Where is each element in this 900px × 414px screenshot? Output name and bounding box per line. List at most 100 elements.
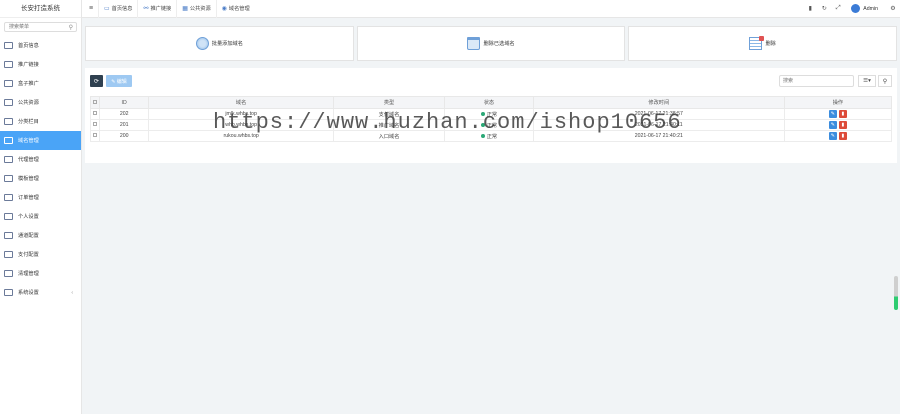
- row-edit-button[interactable]: ✎: [828, 132, 837, 140]
- fullscreen-icon[interactable]: ⤢: [831, 5, 845, 12]
- col-modified[interactable]: 修改时间: [532, 96, 785, 109]
- sidebar-item-payment[interactable]: 支付配置: [0, 245, 81, 264]
- scroll-indicator[interactable]: [894, 276, 898, 310]
- batch-add-domain-button[interactable]: 批量添加域名: [85, 26, 354, 61]
- row-edit-button[interactable]: ✎: [828, 121, 837, 129]
- chevron-left-icon: ‹: [71, 289, 73, 296]
- box-icon: [4, 80, 13, 87]
- card-label: 删除: [765, 41, 776, 47]
- cell-id: 201: [98, 119, 150, 131]
- sidebar-item-domains[interactable]: 域名管理: [0, 131, 81, 150]
- quick-actions: 批量添加域名 删除已选域名 删除: [85, 26, 898, 61]
- row-delete-button[interactable]: ▮: [838, 110, 847, 118]
- tab-promo-link[interactable]: ⚯ 推广链接: [137, 0, 176, 18]
- sidebar-item-agents[interactable]: 代理管理: [0, 150, 81, 169]
- tab-home[interactable]: ▭ 首页信息: [98, 0, 137, 18]
- trash-icon[interactable]: ▮: [803, 5, 817, 12]
- order-icon: [4, 194, 13, 201]
- sidebar-item-label: 系统设置: [18, 290, 39, 296]
- grid-icon: ▦: [182, 6, 188, 12]
- row-checkbox[interactable]: [90, 108, 100, 120]
- search-icon[interactable]: ⚲: [878, 75, 892, 87]
- sidebar-item-label: 盒子推广: [18, 81, 39, 87]
- sidebar-item-channels[interactable]: 通道配置: [0, 226, 81, 245]
- sidebar-item-orders[interactable]: 订单管理: [0, 188, 81, 207]
- row-checkbox[interactable]: [90, 130, 100, 142]
- user-card-icon: [4, 213, 13, 220]
- user-name[interactable]: Admin: [863, 6, 878, 12]
- tab-label: 公共资源: [189, 6, 211, 12]
- sidebar-item-label: 模板管理: [18, 176, 39, 182]
- channel-icon: [4, 232, 13, 239]
- globe-icon: [4, 137, 13, 144]
- sidebar-item-promo-link[interactable]: 推广链接: [0, 55, 81, 74]
- cell-domain: jmlk.whbs.top: [148, 108, 334, 120]
- grid-icon: [4, 99, 13, 106]
- status-badge: 正常: [486, 122, 498, 129]
- refresh-button[interactable]: ⟳: [90, 75, 103, 87]
- sidebar-item-label: 域名管理: [18, 138, 39, 144]
- tab-label: 首页信息: [111, 6, 133, 12]
- delete-button[interactable]: 删除: [628, 26, 898, 61]
- row-delete-button[interactable]: ▮: [838, 121, 847, 129]
- cell-actions: ✎ ▮: [783, 108, 893, 120]
- sidebar-search[interactable]: ⚲: [4, 22, 77, 32]
- col-status[interactable]: 状态: [444, 96, 534, 109]
- table-search-input[interactable]: [780, 76, 850, 86]
- sidebar-item-templates[interactable]: 模板管理: [0, 169, 81, 188]
- row-delete-button[interactable]: ▮: [838, 132, 847, 140]
- sidebar-item-box-promo[interactable]: 盒子推广: [0, 74, 81, 93]
- sidebar-item-profile[interactable]: 个人设置: [0, 207, 81, 226]
- col-type[interactable]: 类型: [332, 96, 446, 109]
- status-dot-icon: [480, 112, 485, 117]
- tab-public-resources[interactable]: ▦ 公共资源: [176, 0, 215, 18]
- status-dot-icon: [480, 123, 485, 128]
- sidebar-item-cleanup[interactable]: 清理管理: [0, 264, 81, 283]
- template-icon: [4, 175, 13, 182]
- cell-actions: ✎ ▮: [783, 130, 893, 142]
- cell-type: 推广域名: [332, 119, 446, 131]
- select-all-checkbox[interactable]: [90, 96, 100, 109]
- monitor-icon: ▭: [104, 6, 110, 12]
- card-label: 删除已选域名: [483, 41, 515, 47]
- delete-selected-button[interactable]: 删除已选域名: [356, 26, 626, 61]
- cell-time: 2021-06-17 21:40:21: [532, 130, 785, 142]
- tab-domains[interactable]: ◉ 域名管理: [215, 0, 255, 18]
- row-edit-button[interactable]: ✎: [828, 110, 837, 118]
- table-row: 202 jmlk.whbs.top 支付域名 正常 2021-06-17 21:…: [90, 108, 893, 120]
- globe-icon: ◉: [221, 6, 227, 12]
- sidebar-item-label: 公共资源: [18, 100, 39, 106]
- refresh-icon[interactable]: ↻: [817, 5, 831, 12]
- sidebar-search-input[interactable]: [5, 23, 69, 31]
- avatar[interactable]: [851, 4, 861, 13]
- col-domain[interactable]: 域名: [148, 96, 334, 109]
- globe-icon: [195, 37, 209, 50]
- settings-icon[interactable]: ⚙: [886, 5, 900, 12]
- sidebar: 长安打造系统 ⚲ 首页信息 推广链接 盒子推广 公共资源 分类栏目 域名管理 代…: [0, 0, 82, 414]
- sidebar-item-home[interactable]: 首页信息: [0, 36, 81, 55]
- sidebar-item-public-resources[interactable]: 公共资源: [0, 93, 81, 112]
- table-search[interactable]: [779, 75, 854, 87]
- cell-type: 入口域名: [332, 130, 446, 142]
- gear-icon: [4, 270, 13, 277]
- cell-domain: whb.whbs.top: [148, 119, 334, 131]
- col-id[interactable]: ID: [98, 96, 150, 109]
- cell-status: 正常: [444, 108, 534, 120]
- cell-time: 2021-06-17 21:38:57: [532, 108, 785, 120]
- columns-toggle-button[interactable]: ☰▾: [858, 75, 876, 87]
- edit-button[interactable]: ✎ 编辑: [106, 75, 132, 87]
- sidebar-item-categories[interactable]: 分类栏目: [0, 112, 81, 131]
- sidebar-item-system[interactable]: 系统设置 ‹: [0, 283, 81, 302]
- list-icon: [4, 118, 13, 125]
- row-checkbox[interactable]: [90, 119, 100, 131]
- sidebar-item-label: 代理管理: [18, 157, 39, 163]
- status-dot-icon: [480, 134, 485, 139]
- trash-icon: [467, 37, 481, 50]
- status-badge: 正常: [486, 133, 498, 140]
- cell-status: 正常: [444, 119, 534, 131]
- topbar-right: ▮ ↻ ⤢ Admin ⚙: [803, 0, 900, 18]
- menu-toggle-icon[interactable]: ≡: [84, 5, 98, 12]
- brand-title: 长安打造系统: [0, 0, 81, 18]
- gear-icon: [4, 251, 13, 258]
- table-toolbar: ⟳ ✎ 编辑: [90, 75, 132, 87]
